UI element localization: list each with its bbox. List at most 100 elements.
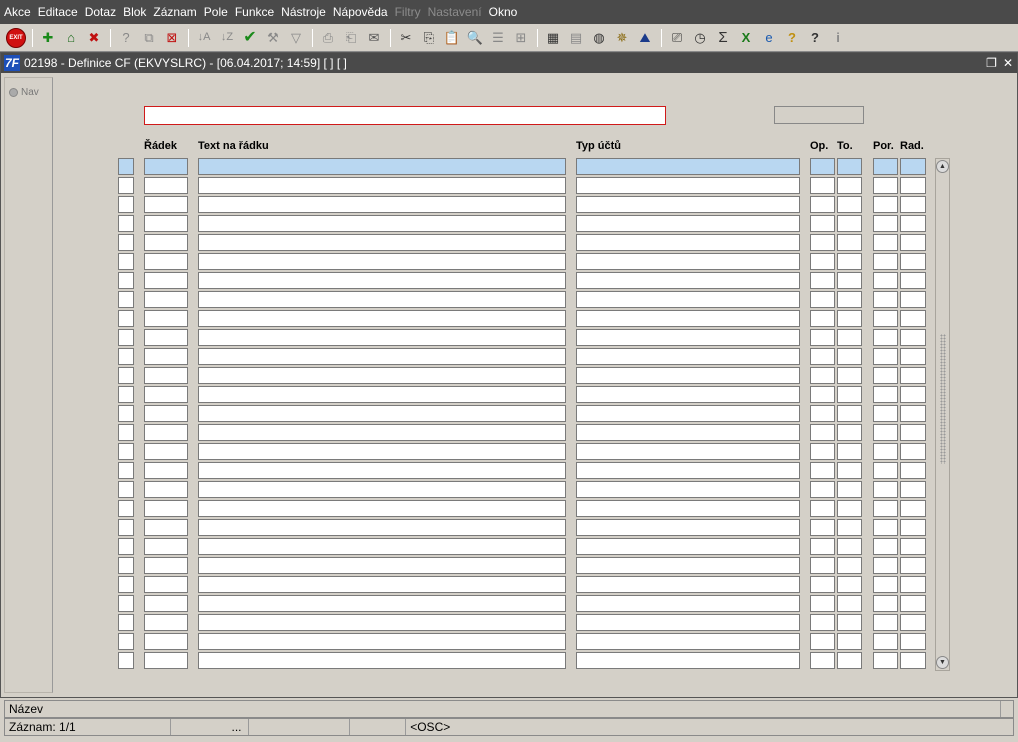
radek-field[interactable] — [144, 329, 188, 346]
por-field[interactable] — [873, 367, 898, 384]
row-selector[interactable] — [118, 196, 134, 213]
typ-field[interactable] — [576, 253, 800, 270]
op-field[interactable] — [810, 462, 835, 479]
rad-field[interactable] — [900, 386, 926, 403]
document-button[interactable]: ▤ — [566, 28, 586, 48]
text-field[interactable] — [198, 177, 566, 194]
text-field[interactable] — [198, 595, 566, 612]
radek-field[interactable] — [144, 310, 188, 327]
to-field[interactable] — [837, 177, 862, 194]
row-selector[interactable] — [118, 291, 134, 308]
text-field[interactable] — [198, 652, 566, 669]
save-record-button[interactable]: ⌂ — [61, 28, 81, 48]
rad-field[interactable] — [900, 538, 926, 555]
to-field[interactable] — [837, 329, 862, 346]
op-field[interactable] — [810, 215, 835, 232]
radek-field[interactable] — [144, 424, 188, 441]
por-field[interactable] — [873, 538, 898, 555]
row-selector[interactable] — [118, 595, 134, 612]
op-field[interactable] — [810, 500, 835, 517]
row-selector[interactable] — [118, 633, 134, 650]
insert-record-button[interactable]: ✚ — [38, 28, 58, 48]
op-field[interactable] — [810, 386, 835, 403]
typ-field[interactable] — [576, 196, 800, 213]
text-field[interactable] — [198, 215, 566, 232]
radek-field[interactable] — [144, 614, 188, 631]
restore-icon[interactable]: ❐ — [986, 56, 997, 70]
to-field[interactable] — [837, 405, 862, 422]
vertical-scrollbar[interactable]: ▲ ▼ — [935, 158, 950, 671]
por-field[interactable] — [873, 196, 898, 213]
por-field[interactable] — [873, 310, 898, 327]
text-field[interactable] — [198, 348, 566, 365]
op-field[interactable] — [810, 595, 835, 612]
to-field[interactable] — [837, 652, 862, 669]
menu-item-2[interactable]: Dotaz — [85, 5, 116, 19]
rad-field[interactable] — [900, 652, 926, 669]
copy-button[interactable]: ⎘ — [419, 28, 439, 48]
por-field[interactable] — [873, 291, 898, 308]
radek-field[interactable] — [144, 576, 188, 593]
row-selector[interactable] — [118, 158, 134, 175]
por-field[interactable] — [873, 405, 898, 422]
por-field[interactable] — [873, 386, 898, 403]
close-icon[interactable]: ✕ — [1003, 56, 1013, 70]
rad-field[interactable] — [900, 633, 926, 650]
excel-button[interactable]: X — [736, 28, 756, 48]
text-field[interactable] — [198, 519, 566, 536]
row-selector[interactable] — [118, 500, 134, 517]
rad-field[interactable] — [900, 576, 926, 593]
rad-field[interactable] — [900, 424, 926, 441]
radek-field[interactable] — [144, 234, 188, 251]
rad-field[interactable] — [900, 177, 926, 194]
menu-item-6[interactable]: Funkce — [235, 5, 274, 19]
radek-field[interactable] — [144, 462, 188, 479]
menu-item-5[interactable]: Pole — [204, 5, 228, 19]
rad-field[interactable] — [900, 557, 926, 574]
op-field[interactable] — [810, 633, 835, 650]
text-field[interactable] — [198, 253, 566, 270]
op-field[interactable] — [810, 196, 835, 213]
to-field[interactable] — [837, 348, 862, 365]
op-field[interactable] — [810, 405, 835, 422]
tree-button[interactable]: ⊞ — [511, 28, 531, 48]
radek-field[interactable] — [144, 291, 188, 308]
rad-field[interactable] — [900, 614, 926, 631]
row-selector[interactable] — [118, 310, 134, 327]
to-field[interactable] — [837, 272, 862, 289]
calendar-button[interactable]: ▦ — [543, 28, 563, 48]
por-field[interactable] — [873, 158, 898, 175]
delete-record-button[interactable]: ✖ — [84, 28, 104, 48]
rad-field[interactable] — [900, 272, 926, 289]
row-selector[interactable] — [118, 348, 134, 365]
query-execute-button[interactable]: ⧉ — [139, 28, 159, 48]
por-field[interactable] — [873, 519, 898, 536]
por-field[interactable] — [873, 177, 898, 194]
rad-field[interactable] — [900, 310, 926, 327]
op-field[interactable] — [810, 557, 835, 574]
text-field[interactable] — [198, 386, 566, 403]
to-field[interactable] — [837, 576, 862, 593]
paste-button[interactable]: 📋 — [442, 28, 462, 48]
to-field[interactable] — [837, 234, 862, 251]
report-button[interactable]: ⎚ — [667, 28, 687, 48]
typ-field[interactable] — [576, 576, 800, 593]
radek-field[interactable] — [144, 652, 188, 669]
op-field[interactable] — [810, 424, 835, 441]
row-selector[interactable] — [118, 405, 134, 422]
radek-field[interactable] — [144, 557, 188, 574]
to-field[interactable] — [837, 614, 862, 631]
typ-field[interactable] — [576, 519, 800, 536]
radek-field[interactable] — [144, 196, 188, 213]
por-field[interactable] — [873, 443, 898, 460]
text-field[interactable] — [198, 481, 566, 498]
row-selector[interactable] — [118, 443, 134, 460]
text-field[interactable] — [198, 367, 566, 384]
info-button[interactable]: i — [828, 28, 848, 48]
rad-field[interactable] — [900, 443, 926, 460]
rad-field[interactable] — [900, 291, 926, 308]
menu-item-3[interactable]: Blok — [123, 5, 146, 19]
menu-item-0[interactable]: Akce — [4, 5, 31, 19]
rad-field[interactable] — [900, 348, 926, 365]
op-field[interactable] — [810, 158, 835, 175]
